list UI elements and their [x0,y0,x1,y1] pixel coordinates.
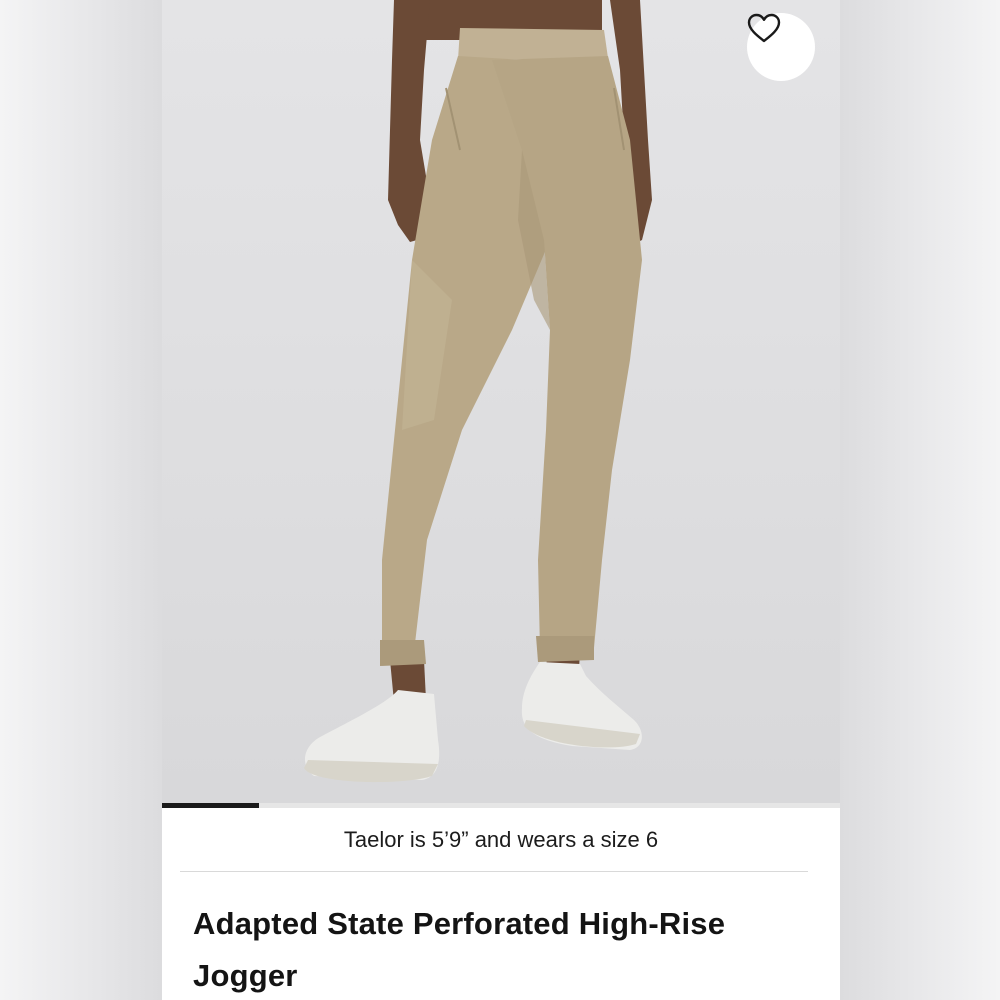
right-backdrop [840,0,1000,1000]
left-backdrop [0,0,162,1000]
gallery-progress-bar [162,803,840,808]
screen: Taelor is 5’9” and wears a size 6 Adapte… [0,0,1000,1000]
divider [180,871,808,872]
model-size-caption: Taelor is 5’9” and wears a size 6 [343,827,659,852]
heart-outline-icon [747,13,781,43]
gallery-progress-fill [162,803,259,808]
product-card: Taelor is 5’9” and wears a size 6 Adapte… [162,0,840,1000]
product-image[interactable] [162,0,840,803]
favorite-button[interactable] [747,13,815,81]
model-illustration [304,0,652,783]
product-title: Adapted State Perforated High-Rise Jogge… [193,906,726,993]
